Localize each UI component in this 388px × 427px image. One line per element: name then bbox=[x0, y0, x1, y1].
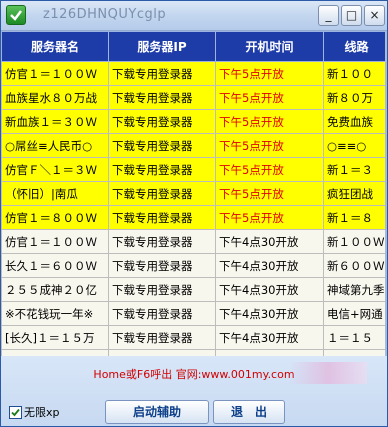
cell-server-ip: 下载专用登录器 bbox=[108, 109, 216, 134]
infinite-xp-label[interactable]: 无限xp bbox=[24, 404, 60, 420]
close-button[interactable]: × bbox=[364, 5, 385, 26]
cell-line: 新１００ bbox=[323, 61, 387, 86]
column-header-ip[interactable]: 服务器IP bbox=[108, 31, 216, 62]
cell-line: 免费血族 bbox=[323, 109, 387, 134]
cell-open-time: 下午4点30开放 bbox=[215, 301, 324, 326]
column-header-name[interactable]: 服务器名 bbox=[1, 31, 109, 62]
server-row[interactable]: （怀旧）|南瓜 下载专用登录器 下午5点开放 疯狂团战 bbox=[1, 181, 387, 206]
minimize-button[interactable]: _ bbox=[318, 5, 339, 26]
cell-line: １＝１５ bbox=[323, 325, 387, 350]
footer-panel: Home或F6呼出 官网:www.001my.com 无限xp 启动辅助 退 出 bbox=[1, 356, 387, 426]
cell-server-ip: 下载专用登录器 bbox=[108, 181, 216, 206]
server-row[interactable]: ○屌丝≡人民币○ 下载专用登录器 下午5点开放 ○≡≡○ bbox=[1, 133, 387, 158]
cell-open-time: 下午5点开放 bbox=[215, 109, 324, 134]
cell-line: ○≡≡○ bbox=[323, 133, 387, 158]
server-row[interactable]: 仿官１＝１００Ｗ 下载专用登录器 下午5点开放 新１００ bbox=[1, 61, 387, 86]
cell-open-time: 下午5点开放 bbox=[215, 205, 324, 230]
cell-server-ip: 下载专用登录器 bbox=[108, 61, 216, 86]
server-row[interactable]: 仿官１＝１００Ｗ 下载专用登录器 下午4点30开放 新１００Ｗ bbox=[1, 229, 387, 254]
cell-line: 电信+网通 bbox=[323, 301, 387, 326]
column-header-line[interactable]: 线路 bbox=[323, 31, 387, 62]
cell-open-time: 下午5点开放 bbox=[215, 157, 324, 182]
cell-server-ip: 下载专用登录器 bbox=[108, 253, 216, 278]
cell-server-ip: 下载专用登录器 bbox=[108, 157, 216, 182]
server-row[interactable]: 血族星水８０万战 下载专用登录器 下午5点开放 新８０万 bbox=[1, 85, 387, 110]
cell-server-name: 仿官１＝８００Ｗ bbox=[1, 205, 109, 230]
server-row[interactable]: 新血族１＝３０Ｗ 下载专用登录器 下午5点开放 免费血族 bbox=[1, 109, 387, 134]
cell-line: 新１＝８ bbox=[323, 205, 387, 230]
cell-line: 新１００Ｗ bbox=[323, 229, 387, 254]
cell-line: 神域第九季 bbox=[323, 277, 387, 302]
infinite-xp-checkbox[interactable] bbox=[9, 406, 22, 419]
server-list[interactable]: 服务器名 服务器IP 开机时间 线路 仿官１＝１００Ｗ 下载专用登录器 下午5点开放… bbox=[1, 31, 387, 356]
cell-server-ip: 下载专用登录器 bbox=[108, 301, 216, 326]
cell-server-ip: 下载专用登录器 bbox=[108, 325, 216, 350]
cell-line: 新８０万 bbox=[323, 85, 387, 110]
cell-server-name: 仿官１＝１００Ｗ bbox=[1, 61, 109, 86]
cell-server-name: 长久１＝６００Ｗ bbox=[1, 253, 109, 278]
blurred-overlay bbox=[289, 362, 367, 384]
app-logo-icon bbox=[6, 5, 26, 25]
cell-line: 新６００Ｗ bbox=[323, 253, 387, 278]
start-assist-button[interactable]: 启动辅助 bbox=[105, 400, 209, 424]
cell-open-time: 下午4点30开放 bbox=[215, 229, 324, 254]
window-title: z126DHNQUYcglp bbox=[43, 7, 167, 22]
cell-open-time: 下午5点开放 bbox=[215, 85, 324, 110]
cell-open-time: 下午5点开放 bbox=[215, 133, 324, 158]
cell-server-name: ※不花钱玩一年※ bbox=[1, 301, 109, 326]
exit-button[interactable]: 退 出 bbox=[213, 400, 285, 424]
cell-server-name: ○屌丝≡人民币○ bbox=[1, 133, 109, 158]
cell-server-name: ２５５成神２０亿 bbox=[1, 277, 109, 302]
cell-server-name: 仿官１＝１００Ｗ bbox=[1, 229, 109, 254]
cell-open-time: 下午4点30开放 bbox=[215, 277, 324, 302]
cell-server-name: 新血族１＝３０Ｗ bbox=[1, 109, 109, 134]
cell-line: 新１＝３ bbox=[323, 157, 387, 182]
column-header-time[interactable]: 开机时间 bbox=[215, 31, 324, 62]
cell-open-time: 下午4点30开放 bbox=[215, 325, 324, 350]
cell-server-ip: 下载专用登录器 bbox=[108, 85, 216, 110]
cell-line: 疯狂团战 bbox=[323, 181, 387, 206]
cell-server-ip: 下载专用登录器 bbox=[108, 277, 216, 302]
cell-server-ip: 下载专用登录器 bbox=[108, 205, 216, 230]
cell-server-ip: 下载专用登录器 bbox=[108, 229, 216, 254]
server-row[interactable]: ※不花钱玩一年※ 下载专用登录器 下午4点30开放 电信+网通 bbox=[1, 301, 387, 326]
cell-server-name: （怀旧）|南瓜 bbox=[1, 181, 109, 206]
server-row[interactable]: [长久]１＝１５万 下载专用登录器 下午4点30开放 １＝１５ bbox=[1, 325, 387, 350]
cell-server-name: 血族星水８０万战 bbox=[1, 85, 109, 110]
cell-open-time: 下午4点30开放 bbox=[215, 253, 324, 278]
cell-server-name: 仿官Ｆ＼１＝３Ｗ bbox=[1, 157, 109, 182]
maximize-button[interactable]: □ bbox=[341, 5, 362, 26]
cell-open-time: 下午5点开放 bbox=[215, 181, 324, 206]
scrollbar[interactable] bbox=[385, 31, 387, 356]
table-header-row: 服务器名 服务器IP 开机时间 线路 bbox=[1, 31, 387, 62]
server-row[interactable]: 长久１＝６００Ｗ 下载专用登录器 下午4点30开放 新６００Ｗ bbox=[1, 253, 387, 278]
server-row[interactable]: 仿官１＝８００Ｗ 下载专用登录器 下午5点开放 新１＝８ bbox=[1, 205, 387, 230]
title-bar[interactable]: z126DHNQUYcglp _ □ × bbox=[1, 1, 387, 31]
app-window: z126DHNQUYcglp _ □ × 服务器名 服务器IP 开机时间 线路 … bbox=[0, 0, 388, 427]
cell-server-name: [长久]１＝１５万 bbox=[1, 325, 109, 350]
cell-server-ip: 下载专用登录器 bbox=[108, 133, 216, 158]
server-row[interactable]: 仿官Ｆ＼１＝３Ｗ 下载专用登录器 下午5点开放 新１＝３ bbox=[1, 157, 387, 182]
server-row[interactable]: ２５５成神２０亿 下载专用登录器 下午4点30开放 神域第九季 bbox=[1, 277, 387, 302]
cell-open-time: 下午5点开放 bbox=[215, 61, 324, 86]
